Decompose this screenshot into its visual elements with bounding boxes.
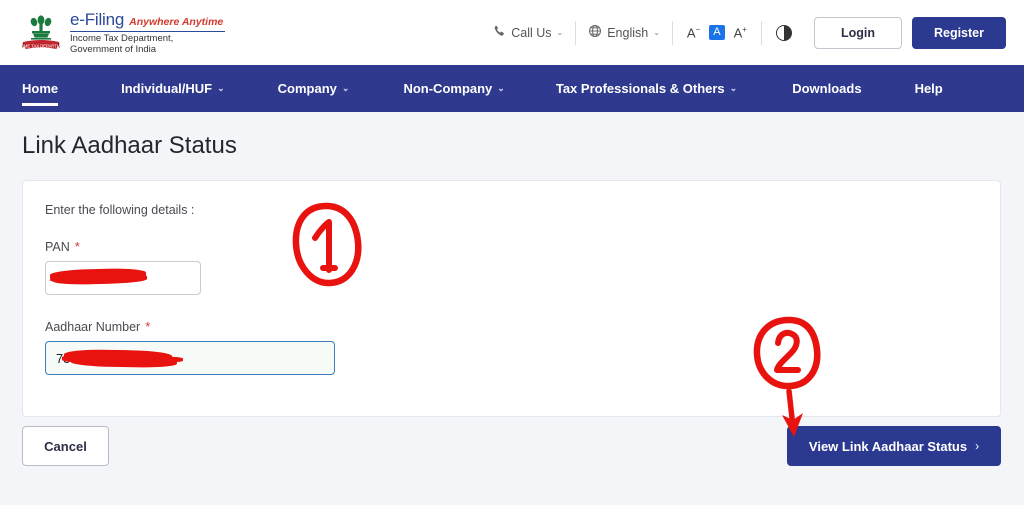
nav-label: Non-Company bbox=[403, 81, 493, 96]
globe-icon bbox=[588, 24, 602, 41]
contrast-toggle-icon[interactable] bbox=[762, 24, 806, 41]
brand-logo[interactable]: INCOME TAX DEPARTMENT e-Filing Anywhere … bbox=[13, 10, 225, 55]
pan-input[interactable] bbox=[45, 261, 201, 295]
font-increase-button[interactable]: A+ bbox=[734, 25, 747, 39]
nav-item-help[interactable]: Help bbox=[915, 65, 943, 112]
nav-item-home[interactable]: Home bbox=[22, 65, 59, 112]
language-label: English bbox=[607, 25, 649, 40]
chevron-right-icon: › bbox=[975, 439, 980, 453]
page-root: INCOME TAX DEPARTMENT e-Filing Anywhere … bbox=[0, 0, 1024, 505]
aadhaar-redaction-mark bbox=[63, 349, 173, 364]
chevron-down-icon: ⌄ bbox=[653, 28, 660, 37]
page-title: Link Aadhaar Status bbox=[22, 132, 237, 159]
cancel-button[interactable]: Cancel bbox=[22, 426, 109, 466]
nav-label: Downloads bbox=[792, 81, 862, 96]
aadhaar-field-label: Aadhaar Number * bbox=[45, 319, 151, 334]
font-normal-button[interactable]: A bbox=[709, 25, 725, 40]
nav-item-non-company[interactable]: Non-Company ⌄ bbox=[403, 65, 504, 112]
nav-label: Individual/HUF bbox=[121, 81, 213, 96]
nav-item-individual-huf[interactable]: Individual/HUF ⌄ bbox=[121, 65, 225, 112]
nav-label: Tax Professionals & Others bbox=[555, 81, 725, 96]
font-decrease-button[interactable]: A− bbox=[687, 25, 700, 39]
submit-label: View Link Aadhaar Status bbox=[808, 438, 968, 454]
nav-label: Home bbox=[22, 81, 59, 96]
chevron-down-icon: ⌄ bbox=[217, 83, 225, 93]
call-us-label: Call Us bbox=[511, 25, 552, 40]
language-selector[interactable]: English ⌄ bbox=[576, 24, 672, 41]
header-actions: Call Us ⌄ English ⌄ A− A A+ Login Regist… bbox=[481, 0, 1006, 65]
form-card: Enter the following details : PAN * Aadh… bbox=[22, 180, 1001, 417]
nav-label: Company bbox=[277, 81, 337, 96]
required-asterisk: * bbox=[145, 319, 151, 334]
phone-icon bbox=[493, 25, 506, 41]
register-button[interactable]: Register bbox=[911, 16, 1006, 49]
nav-label: Help bbox=[914, 81, 943, 96]
view-link-aadhaar-status-button[interactable]: View Link Aadhaar Status › bbox=[787, 426, 1001, 466]
brand-text: e-Filing Anywhere Anytime Income Tax Dep… bbox=[70, 10, 225, 55]
chevron-down-icon: ⌄ bbox=[556, 28, 564, 37]
font-size-controls: A− A A+ bbox=[673, 25, 761, 40]
call-us-menu[interactable]: Call Us ⌄ bbox=[481, 25, 575, 41]
pan-redaction-mark bbox=[49, 267, 147, 283]
site-header: INCOME TAX DEPARTMENT e-Filing Anywhere … bbox=[0, 0, 1024, 65]
pan-field-label: PAN * bbox=[45, 239, 80, 254]
nav-item-downloads[interactable]: Downloads bbox=[792, 65, 861, 112]
brand-subtitle: Income Tax Department, Government of Ind… bbox=[70, 31, 225, 55]
chevron-down-icon: ⌄ bbox=[497, 83, 505, 93]
login-button[interactable]: Login bbox=[813, 16, 902, 49]
brand-title: e-Filing bbox=[70, 10, 125, 29]
form-intro-text: Enter the following details : bbox=[45, 203, 195, 217]
nav-item-tax-professionals[interactable]: Tax Professionals & Others ⌄ bbox=[556, 65, 737, 112]
nav-item-company[interactable]: Company ⌄ bbox=[278, 65, 350, 112]
brand-tagline: Anywhere Anytime bbox=[129, 16, 224, 28]
aadhaar-number-input[interactable]: 75 bbox=[45, 341, 335, 375]
required-asterisk: * bbox=[74, 239, 80, 254]
chevron-down-icon: ⌄ bbox=[341, 83, 350, 93]
india-emblem-icon: INCOME TAX DEPARTMENT bbox=[13, 11, 69, 55]
main-navigation: Home Individual/HUF ⌄ Company ⌄ Non-Comp… bbox=[0, 65, 1024, 112]
svg-text:INCOME TAX DEPARTMENT: INCOME TAX DEPARTMENT bbox=[20, 43, 62, 48]
chevron-down-icon: ⌄ bbox=[729, 83, 738, 93]
